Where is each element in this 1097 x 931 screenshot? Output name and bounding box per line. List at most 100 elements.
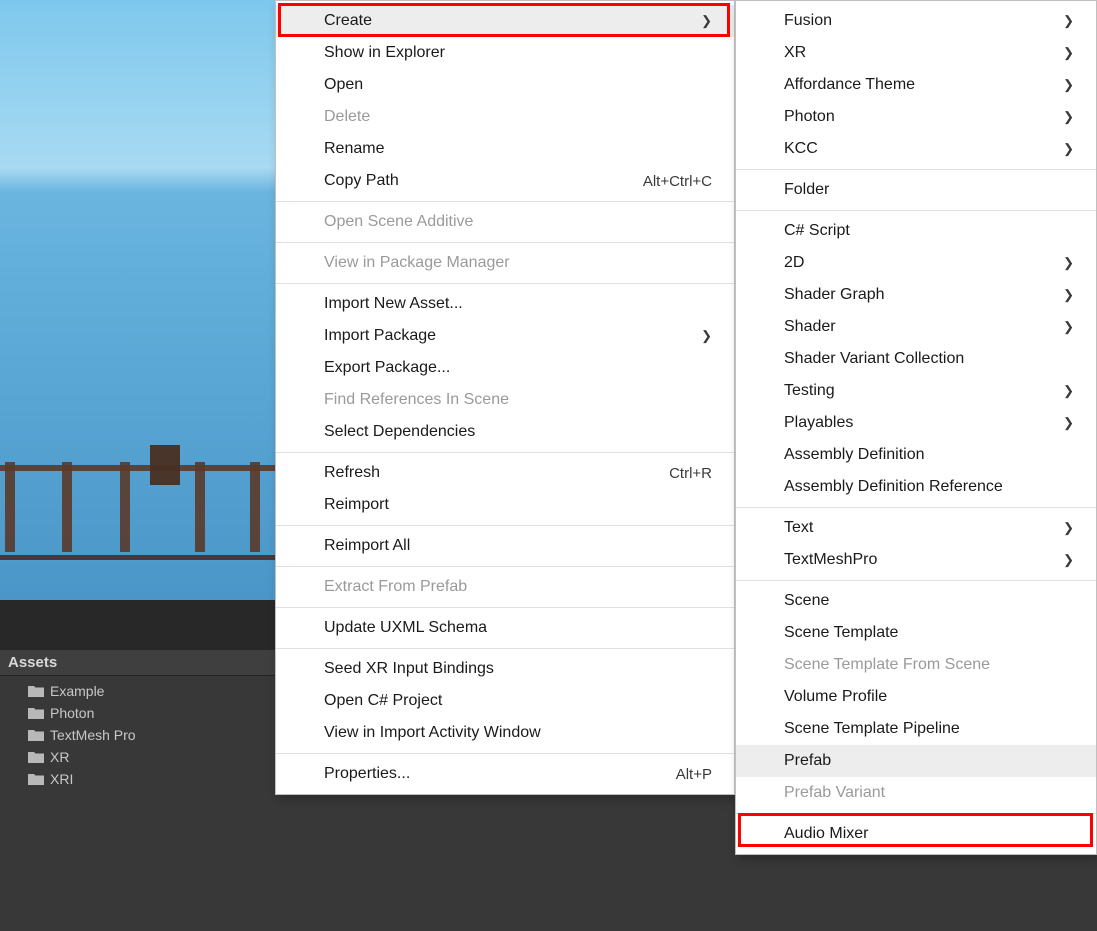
menu-item: Scene Template From Scene: [736, 649, 1096, 681]
context-menu: Create❯Show in ExplorerOpenDeleteRenameC…: [275, 0, 735, 795]
menu-item[interactable]: Show in Explorer: [276, 37, 734, 69]
assets-list: Example Photon TextMesh Pro XR XRI: [0, 676, 275, 794]
menu-item[interactable]: Shader Graph❯: [736, 279, 1096, 311]
menu-item[interactable]: C# Script: [736, 215, 1096, 247]
menu-separator: [736, 169, 1096, 170]
menu-item-label: Create: [324, 12, 372, 30]
menu-item-label: KCC: [784, 140, 818, 158]
menu-separator: [736, 210, 1096, 211]
chevron-right-icon: ❯: [1063, 319, 1074, 335]
chevron-right-icon: ❯: [1063, 141, 1074, 157]
menu-item[interactable]: Open: [276, 69, 734, 101]
menu-item-label: Scene Template From Scene: [784, 656, 990, 674]
menu-item: View in Package Manager: [276, 247, 734, 279]
assets-panel: Assets Example Photon TextMesh Pro XR XRI: [0, 650, 275, 931]
menu-item[interactable]: Update UXML Schema: [276, 612, 734, 644]
menu-item-label: Delete: [324, 108, 370, 126]
menu-item[interactable]: Volume Profile: [736, 681, 1096, 713]
menu-item[interactable]: Audio Mixer: [736, 818, 1096, 850]
menu-item-label: 2D: [784, 254, 804, 272]
menu-item-label: Testing: [784, 382, 835, 400]
menu-item: Extract From Prefab: [276, 571, 734, 603]
folder-icon: [28, 729, 44, 741]
menu-item-label: Shader: [784, 318, 836, 336]
menu-item[interactable]: XR ❯: [736, 37, 1096, 69]
menu-item: Delete: [276, 101, 734, 133]
menu-item-shortcut: Alt+P: [676, 766, 712, 783]
menu-item-label: Open C# Project: [324, 692, 442, 710]
menu-item-label: View in Package Manager: [324, 254, 510, 272]
menu-item[interactable]: Scene Template: [736, 617, 1096, 649]
menu-item[interactable]: Scene Template Pipeline: [736, 713, 1096, 745]
menu-item[interactable]: Playables ❯: [736, 407, 1096, 439]
scene-viewport[interactable]: [0, 0, 275, 600]
menu-item[interactable]: Shader Variant Collection: [736, 343, 1096, 375]
menu-item-label: Open: [324, 76, 363, 94]
menu-item[interactable]: View in Import Activity Window: [276, 717, 734, 749]
menu-item[interactable]: KCC ❯: [736, 133, 1096, 165]
asset-folder-label: TextMesh Pro: [50, 727, 136, 743]
menu-item[interactable]: Assembly Definition Reference: [736, 471, 1096, 503]
menu-item-label: Playables: [784, 414, 853, 432]
menu-item[interactable]: Import New Asset...: [276, 288, 734, 320]
menu-item-label: Assembly Definition: [784, 446, 925, 464]
asset-folder[interactable]: XRI: [0, 768, 275, 790]
chevron-right-icon: ❯: [1063, 552, 1074, 568]
menu-item-label: Update UXML Schema: [324, 619, 487, 637]
asset-folder[interactable]: XR: [0, 746, 275, 768]
menu-item[interactable]: Import Package❯: [276, 320, 734, 352]
asset-folder-label: Example: [50, 683, 104, 699]
asset-folder[interactable]: Photon: [0, 702, 275, 724]
chevron-right-icon: ❯: [1063, 45, 1074, 61]
menu-item-label: Copy Path: [324, 172, 399, 190]
menu-item-label: Prefab Variant: [784, 784, 885, 802]
menu-item[interactable]: Rename: [276, 133, 734, 165]
create-submenu: Fusion❯ XR ❯ Affordance Theme❯ Photon ❯ KCC ❯ Fo…: [735, 0, 1097, 855]
menu-item-label: Photon: [784, 108, 835, 126]
menu-item-label: Text: [784, 519, 813, 537]
menu-item-label: Find References In Scene: [324, 391, 509, 409]
menu-item: Open Scene Additive: [276, 206, 734, 238]
menu-item[interactable]: Folder: [736, 174, 1096, 206]
chevron-right-icon: ❯: [1063, 287, 1074, 303]
chevron-right-icon: ❯: [1063, 255, 1074, 271]
menu-item[interactable]: Copy PathAlt+Ctrl+C: [276, 165, 734, 197]
asset-folder-label: Photon: [50, 705, 94, 721]
menu-item[interactable]: Assembly Definition: [736, 439, 1096, 471]
menu-item[interactable]: RefreshCtrl+R: [276, 457, 734, 489]
menu-separator: [736, 813, 1096, 814]
menu-item[interactable]: Text❯: [736, 512, 1096, 544]
menu-item-label: Show in Explorer: [324, 44, 445, 62]
menu-item: Find References In Scene: [276, 384, 734, 416]
chevron-right-icon: ❯: [1063, 415, 1074, 431]
menu-item-label: Volume Profile: [784, 688, 887, 706]
menu-separator: [276, 452, 734, 453]
menu-item[interactable]: Affordance Theme❯: [736, 69, 1096, 101]
menu-item[interactable]: Select Dependencies: [276, 416, 734, 448]
menu-item[interactable]: Export Package...: [276, 352, 734, 384]
asset-folder[interactable]: Example: [0, 680, 275, 702]
asset-folder[interactable]: TextMesh Pro: [0, 724, 275, 746]
menu-item-label: Audio Mixer: [784, 825, 868, 843]
menu-item[interactable]: Create❯: [276, 5, 734, 37]
menu-item[interactable]: Open C# Project: [276, 685, 734, 717]
chevron-right-icon: ❯: [1063, 109, 1074, 125]
asset-folder-label: XR: [50, 749, 69, 765]
menu-item[interactable]: Seed XR Input Bindings: [276, 653, 734, 685]
menu-item-label: XR: [784, 44, 806, 62]
menu-item[interactable]: Reimport All: [276, 530, 734, 562]
menu-separator: [736, 580, 1096, 581]
menu-item[interactable]: Photon ❯: [736, 101, 1096, 133]
menu-item[interactable]: Reimport: [276, 489, 734, 521]
assets-header[interactable]: Assets: [0, 650, 275, 676]
menu-item[interactable]: Properties...Alt+P: [276, 758, 734, 790]
menu-item[interactable]: Prefab: [736, 745, 1096, 777]
menu-item[interactable]: Shader ❯: [736, 311, 1096, 343]
asset-folder-label: XRI: [50, 771, 73, 787]
menu-item[interactable]: TextMeshPro❯: [736, 544, 1096, 576]
menu-item[interactable]: 2D ❯: [736, 247, 1096, 279]
menu-item[interactable]: Fusion❯: [736, 5, 1096, 37]
menu-item[interactable]: Testing❯: [736, 375, 1096, 407]
menu-item[interactable]: Scene: [736, 585, 1096, 617]
menu-item-label: Reimport: [324, 496, 389, 514]
